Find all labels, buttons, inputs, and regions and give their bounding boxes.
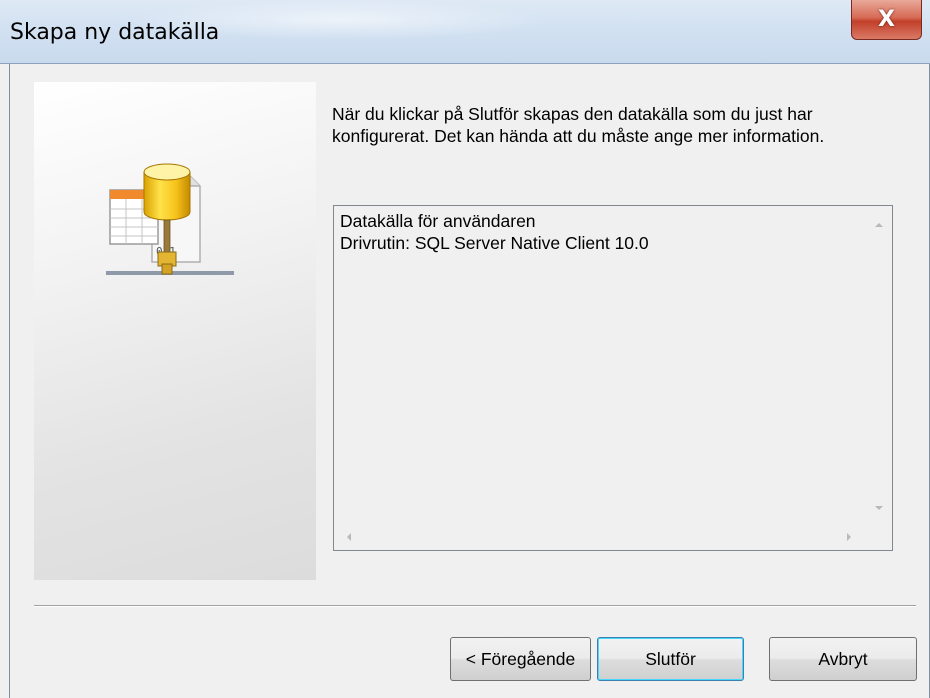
previous-button[interactable]: < Föregående [450,637,591,681]
summary-line: Drivrutin: SQL Server Native Client 10.0 [340,233,649,253]
summary-line: Datakälla för användaren [340,211,536,231]
summary-box[interactable]: Datakälla för användaren Drivrutin: SQL … [333,205,893,551]
close-icon: X [878,6,895,32]
window-title: Skapa ny datakälla [10,20,220,45]
window-frame-left [9,64,10,698]
wizard-side-panel: 011 [34,82,316,580]
summary-content: Datakälla för användaren Drivrutin: SQL … [340,210,862,254]
horizontal-scrollbar[interactable] [334,524,866,550]
vertical-scrollbar[interactable] [866,206,892,524]
scroll-up-arrow-icon[interactable] [875,223,883,227]
scroll-right-arrow-icon[interactable] [847,533,851,541]
scrollbar-corner [866,524,892,550]
instruction-text: När du klickar på Slutför skapas den dat… [332,104,825,146]
close-button[interactable]: X [851,0,922,40]
finish-button[interactable]: Slutför [597,637,744,681]
cancel-button[interactable]: Avbryt [769,637,917,681]
data-source-database-icon: 011 [106,163,234,275]
button-separator [34,605,916,607]
title-bar[interactable]: Skapa ny datakälla X [0,0,930,64]
scroll-left-arrow-icon[interactable] [347,533,351,541]
scroll-down-arrow-icon[interactable] [875,506,883,510]
